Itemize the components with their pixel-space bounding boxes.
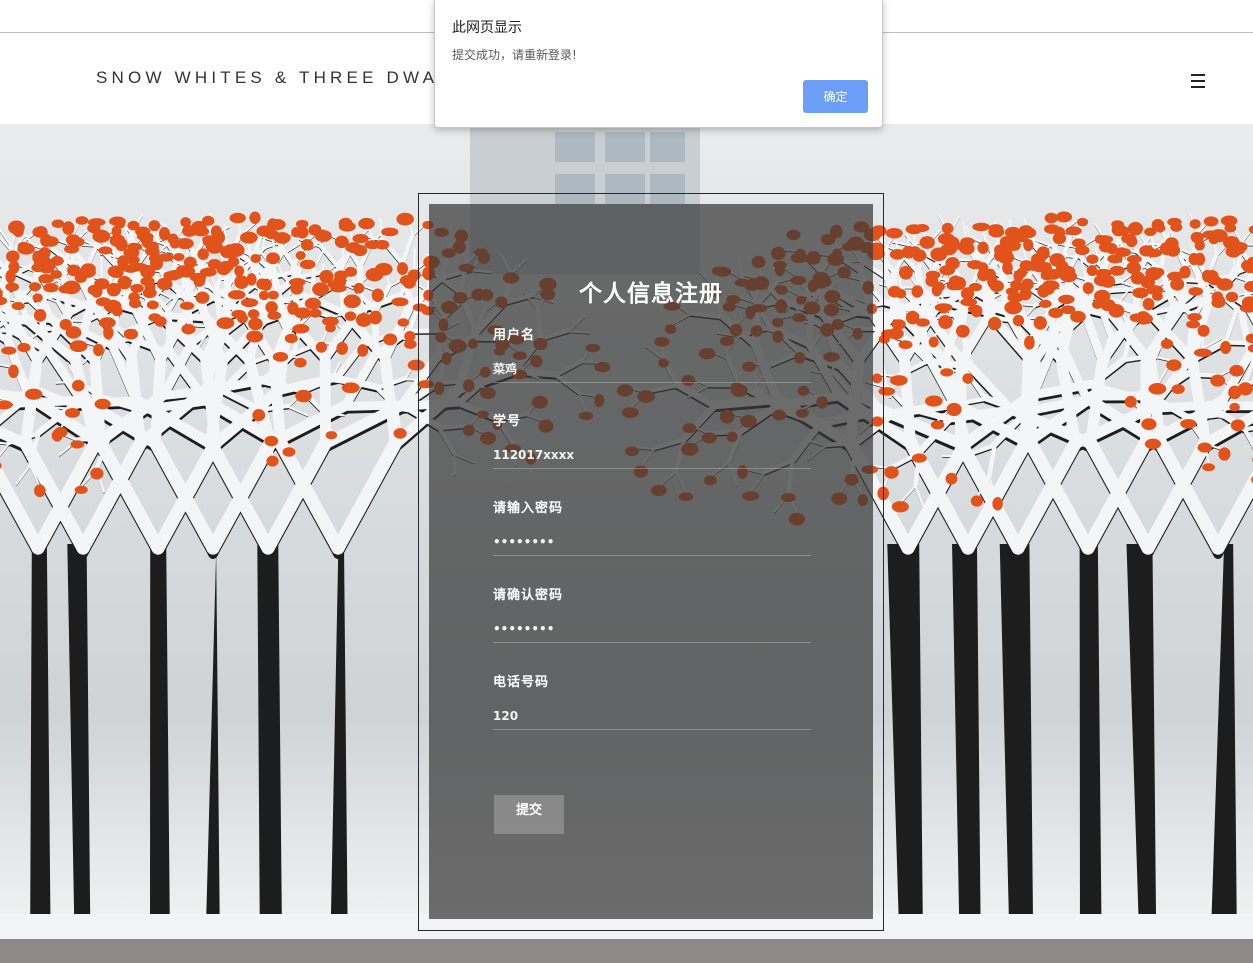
username-label: 用户名 (493, 328, 536, 343)
confirm-password-label: 请确认密码 (493, 588, 564, 603)
confirm-password-input[interactable] (493, 615, 811, 643)
student-id-input[interactable] (493, 441, 811, 469)
password-input[interactable] (493, 528, 811, 556)
phone-label: 电话号码 (493, 675, 550, 690)
password-label: 请输入密码 (493, 501, 564, 516)
site-brand[interactable]: SNOW WHITES & THREE DWARFS (96, 68, 485, 88)
student-id-field: 学号 (493, 410, 811, 469)
form-title: 个人信息注册 (579, 281, 723, 307)
dialog-ok-button[interactable]: 确定 (803, 80, 868, 113)
username-field: 用户名 (493, 324, 811, 383)
hamburger-menu-icon[interactable] (1186, 70, 1210, 92)
username-input[interactable] (493, 355, 811, 383)
alert-dialog: 此网页显示 提交成功，请重新登录! 确定 (434, 0, 883, 128)
phone-input[interactable] (493, 702, 811, 730)
confirm-password-field: 请确认密码 (493, 584, 811, 643)
submit-button[interactable]: 提交 (494, 795, 564, 834)
password-field: 请输入密码 (493, 497, 811, 556)
phone-field: 电话号码 (493, 671, 811, 730)
student-id-label: 学号 (493, 414, 522, 429)
dialog-title: 此网页显示 (452, 20, 522, 36)
dialog-message: 提交成功，请重新登录! (452, 48, 577, 62)
registration-form: 个人信息注册 用户名 学号 请输入密码 请确认密码 电话号码 提交 (429, 204, 873, 919)
